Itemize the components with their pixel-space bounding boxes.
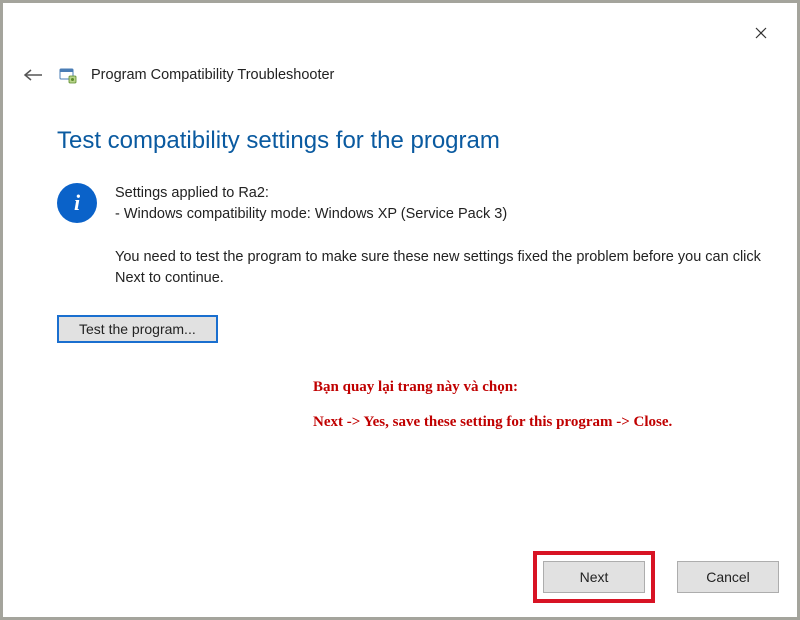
annotation-line-1: Bạn quay lại trang này và chọn: [313,379,773,396]
page-heading: Test compatibility settings for the prog… [57,127,773,155]
back-arrow-icon [23,68,43,82]
troubleshooter-icon [59,66,77,84]
annotation-line-2: Next -> Yes, save these setting for this… [313,414,773,431]
close-icon [755,27,767,39]
wizard-title: Program Compatibility Troubleshooter [91,67,334,83]
close-button[interactable] [741,19,781,47]
wizard-header: Program Compatibility Troubleshooter [21,63,785,87]
settings-info-row: i Settings applied to Ra2: - Windows com… [57,183,773,225]
wizard-footer: Next Cancel [533,551,779,603]
instruction-text: You need to test the program to make sur… [115,247,773,289]
back-button[interactable] [21,63,45,87]
next-highlight-box: Next [533,551,655,603]
next-button[interactable]: Next [543,561,645,593]
wizard-content: Test compatibility settings for the prog… [57,127,773,343]
test-program-button[interactable]: Test the program... [57,315,218,343]
settings-line-1: Settings applied to Ra2: [115,183,507,204]
troubleshooter-dialog: Program Compatibility Troubleshooter Tes… [13,17,793,613]
settings-line-2: - Windows compatibility mode: Windows XP… [115,204,507,225]
settings-applied-text: Settings applied to Ra2: - Windows compa… [115,183,507,225]
info-icon: i [57,183,97,223]
annotation-overlay: Bạn quay lại trang này và chọn: Next -> … [313,379,773,449]
cancel-button[interactable]: Cancel [677,561,779,593]
